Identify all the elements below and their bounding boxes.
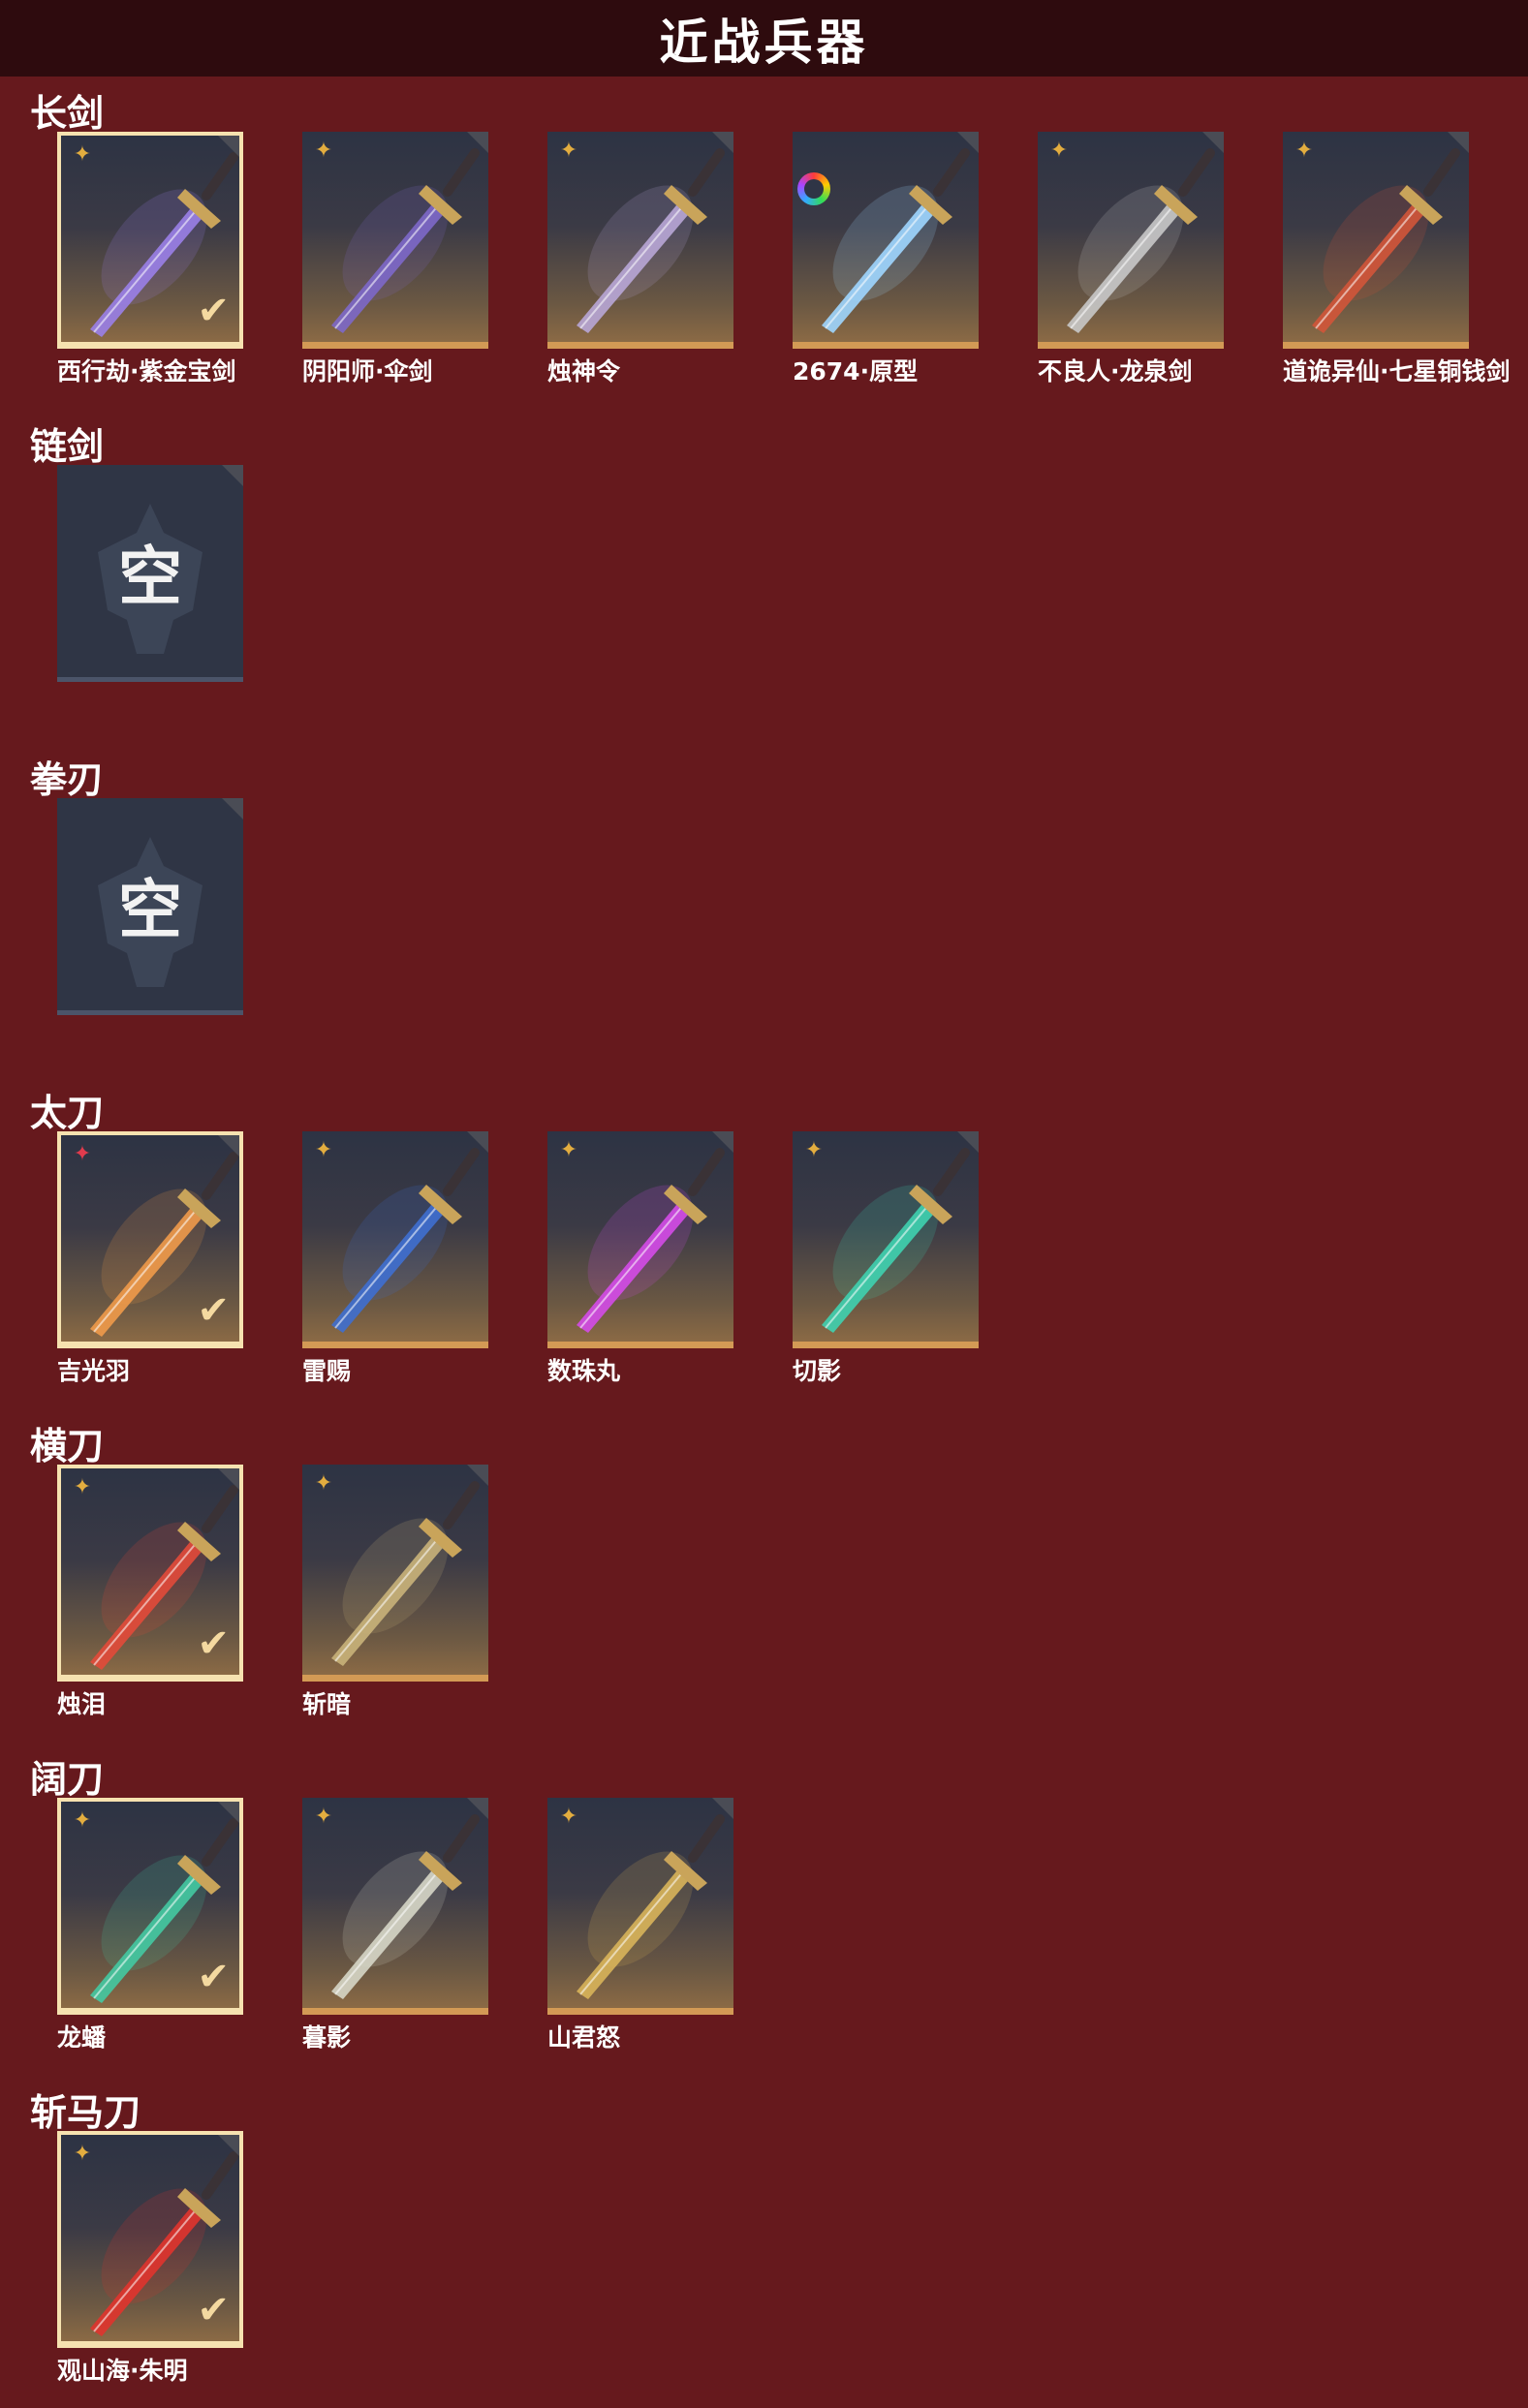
weapon-name: 吉光羽 bbox=[57, 1357, 131, 1385]
section-title: 阔刀 bbox=[30, 1758, 105, 1801]
weapon-name: 道诡异仙·七星铜钱剑 bbox=[1283, 357, 1511, 386]
page-title: 近战兵器 bbox=[659, 14, 869, 71]
weapon-name: 龙蟠 bbox=[57, 2023, 107, 2052]
weapon-card-frame[interactable]: ✦ bbox=[547, 1798, 733, 2015]
section-title: 拳刃 bbox=[30, 758, 105, 801]
section-title: 长剑 bbox=[30, 92, 105, 135]
gold-star-icon: ✦ bbox=[314, 139, 333, 163]
weapon-card-frame[interactable]: ✦ bbox=[1038, 132, 1224, 349]
weapon-name: 烛神令 bbox=[547, 357, 621, 386]
weapon-card-frame[interactable]: ✦ bbox=[547, 132, 733, 349]
gold-star-icon: ✦ bbox=[73, 142, 92, 167]
gold-star-icon: ✦ bbox=[314, 1138, 333, 1162]
check-icon: ✔ bbox=[197, 289, 230, 333]
weapon-image bbox=[331, 1481, 480, 1666]
weapon-card-frame[interactable] bbox=[793, 132, 979, 349]
weapon-name: 不良人·龙泉剑 bbox=[1038, 357, 1193, 386]
section-title: 太刀 bbox=[30, 1092, 105, 1134]
weapon-image bbox=[822, 1148, 970, 1333]
weapon-image bbox=[577, 148, 725, 333]
weapon-card-frame[interactable]: ✦ bbox=[302, 132, 488, 349]
gold-star-icon: ✦ bbox=[73, 2142, 92, 2166]
weapon-name: 2674·原型 bbox=[793, 357, 919, 386]
gold-star-icon: ✦ bbox=[559, 1138, 578, 1162]
weapon-name: 观山海·朱明 bbox=[57, 2357, 188, 2385]
weapon-card-frame[interactable]: ✦ ✔ bbox=[57, 132, 243, 349]
weapon-image bbox=[577, 1814, 725, 1999]
weapon-card-frame[interactable]: ✦ bbox=[302, 1131, 488, 1348]
weapon-name: 切影 bbox=[793, 1357, 842, 1385]
gold-star-icon: ✦ bbox=[1049, 139, 1069, 163]
weapon-image bbox=[331, 1148, 480, 1333]
weapon-name: 阴阳师·伞剑 bbox=[302, 357, 433, 386]
weapon-name: 西行劫·紫金宝剑 bbox=[57, 357, 236, 386]
weapon-card-frame[interactable]: ✦ bbox=[302, 1798, 488, 2015]
weapon-name: 暮影 bbox=[302, 2023, 352, 2052]
weapon-card-frame[interactable]: ✦ ✔ bbox=[57, 1465, 243, 1682]
weapon-card-frame[interactable]: ✦ ✔ bbox=[57, 1131, 243, 1348]
weapon-name: 山君怒 bbox=[547, 2023, 621, 2052]
weapon-image bbox=[577, 1148, 725, 1333]
weapon-image bbox=[822, 148, 970, 333]
red-star-icon: ✦ bbox=[73, 1142, 92, 1166]
weapon-image bbox=[1067, 148, 1215, 333]
check-icon: ✔ bbox=[197, 1955, 230, 1999]
weapon-name: 雷赐 bbox=[302, 1357, 352, 1385]
weapon-name: 斩暗 bbox=[302, 1690, 352, 1718]
check-icon: ✔ bbox=[197, 1621, 230, 1666]
weapon-card-frame[interactable]: ✦ bbox=[302, 1465, 488, 1682]
weapon-card-frame[interactable]: ✦ bbox=[547, 1131, 733, 1348]
weapon-image bbox=[331, 148, 480, 333]
check-icon: ✔ bbox=[197, 2288, 230, 2332]
weapon-card-frame[interactable]: ✦ bbox=[793, 1131, 979, 1348]
weapon-card-frame[interactable]: 空 bbox=[57, 798, 243, 1015]
weapon-card-frame[interactable]: ✦ bbox=[1283, 132, 1469, 349]
section-title: 链剑 bbox=[30, 425, 105, 468]
section-title: 横刀 bbox=[30, 1425, 105, 1467]
gold-star-icon: ✦ bbox=[559, 1805, 578, 1829]
gold-star-icon: ✦ bbox=[73, 1475, 92, 1499]
rainbow-ring-icon bbox=[797, 172, 830, 205]
weapon-name: 烛泪 bbox=[57, 1690, 107, 1718]
weapon-card-frame[interactable]: ✦ ✔ bbox=[57, 1798, 243, 2015]
empty-label: 空 bbox=[118, 539, 182, 614]
gold-star-icon: ✦ bbox=[314, 1471, 333, 1496]
weapon-card-frame[interactable]: 空 bbox=[57, 465, 243, 682]
gold-star-icon: ✦ bbox=[804, 1138, 824, 1162]
gold-star-icon: ✦ bbox=[314, 1805, 333, 1829]
gold-star-icon: ✦ bbox=[1294, 139, 1314, 163]
gold-star-icon: ✦ bbox=[73, 1808, 92, 1833]
section-title: 斩马刀 bbox=[30, 2091, 141, 2134]
weapon-name: 数珠丸 bbox=[547, 1357, 621, 1385]
page-header: 近战兵器 bbox=[0, 0, 1528, 77]
empty-label: 空 bbox=[118, 872, 182, 947]
weapon-image bbox=[1312, 148, 1460, 333]
weapon-card-frame[interactable]: ✦ ✔ bbox=[57, 2131, 243, 2348]
gold-star-icon: ✦ bbox=[559, 139, 578, 163]
check-icon: ✔ bbox=[197, 1288, 230, 1333]
weapon-image bbox=[331, 1814, 480, 1999]
